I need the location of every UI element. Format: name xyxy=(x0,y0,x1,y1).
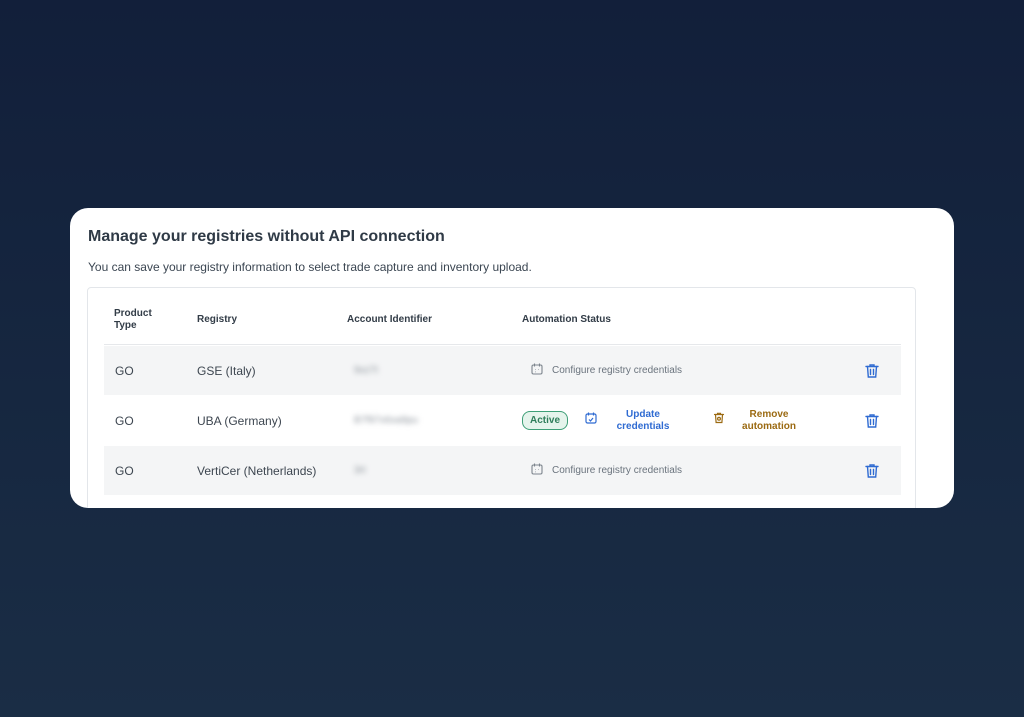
registries-card: Manage your registries without API conne… xyxy=(70,208,954,508)
card-title: Manage your registries without API conne… xyxy=(88,228,445,245)
trash-icon[interactable] xyxy=(863,362,881,380)
header-registry: Registry xyxy=(197,314,238,325)
remove-automation-label: Remove automation xyxy=(742,409,796,432)
calendar-edit-icon xyxy=(584,411,598,429)
trash-small-icon xyxy=(712,411,726,429)
update-credentials-button[interactable]: Update credentials xyxy=(584,409,678,433)
account-identifier-cell: 9xz7t xyxy=(354,365,378,376)
configure-credentials-label: Configure registry credentials xyxy=(552,365,683,376)
status-badge: Active xyxy=(522,411,568,430)
table-row: GO VertiCer (Netherlands) 3rt Configure … xyxy=(104,446,901,495)
product-type-cell: GO xyxy=(115,413,134,428)
configure-credentials-link[interactable]: Configure registry credentials xyxy=(530,362,682,379)
registry-cell: UBA (Germany) xyxy=(197,413,282,428)
remove-automation-button[interactable]: Remove automation xyxy=(712,409,806,433)
header-account-identifier: Account Identifier xyxy=(347,314,433,325)
automation-status-cell: Active Update credentials Remove automat… xyxy=(522,396,822,445)
automation-status-cell: Configure registry credentials xyxy=(522,346,682,395)
configure-credentials-link[interactable]: Configure registry credentials xyxy=(530,462,682,479)
card-subtitle: You can save your registry information t… xyxy=(88,260,532,274)
registry-cell: VertiCer (Netherlands) xyxy=(197,463,317,478)
account-identifier-cell: B7f97x6xa9pu xyxy=(354,415,418,426)
table-header: Product Type Registry Account Identifier… xyxy=(104,288,901,345)
header-product-type: Product Type xyxy=(114,308,152,331)
update-credentials-label: Update credentials xyxy=(616,409,670,432)
configure-credentials-label: Configure registry credentials xyxy=(552,465,683,476)
registries-table: Product Type Registry Account Identifier… xyxy=(87,287,916,508)
automation-status-cell: Configure registry credentials xyxy=(522,446,682,495)
registry-cell: GSE (Italy) xyxy=(197,363,256,378)
header-automation-status: Automation Status xyxy=(522,314,611,325)
account-identifier-cell: 3rt xyxy=(354,465,366,476)
trash-icon[interactable] xyxy=(863,462,881,480)
calendar-icon xyxy=(530,462,552,479)
product-type-cell: GO xyxy=(115,363,134,378)
table-row: GO UBA (Germany) B7f97x6xa9pu Active Upd… xyxy=(104,396,901,445)
trash-icon[interactable] xyxy=(863,412,881,430)
product-type-cell: GO xyxy=(115,463,134,478)
table-row: GO GSE (Italy) 9xz7t Configure registry … xyxy=(104,346,901,395)
calendar-icon xyxy=(530,362,552,379)
